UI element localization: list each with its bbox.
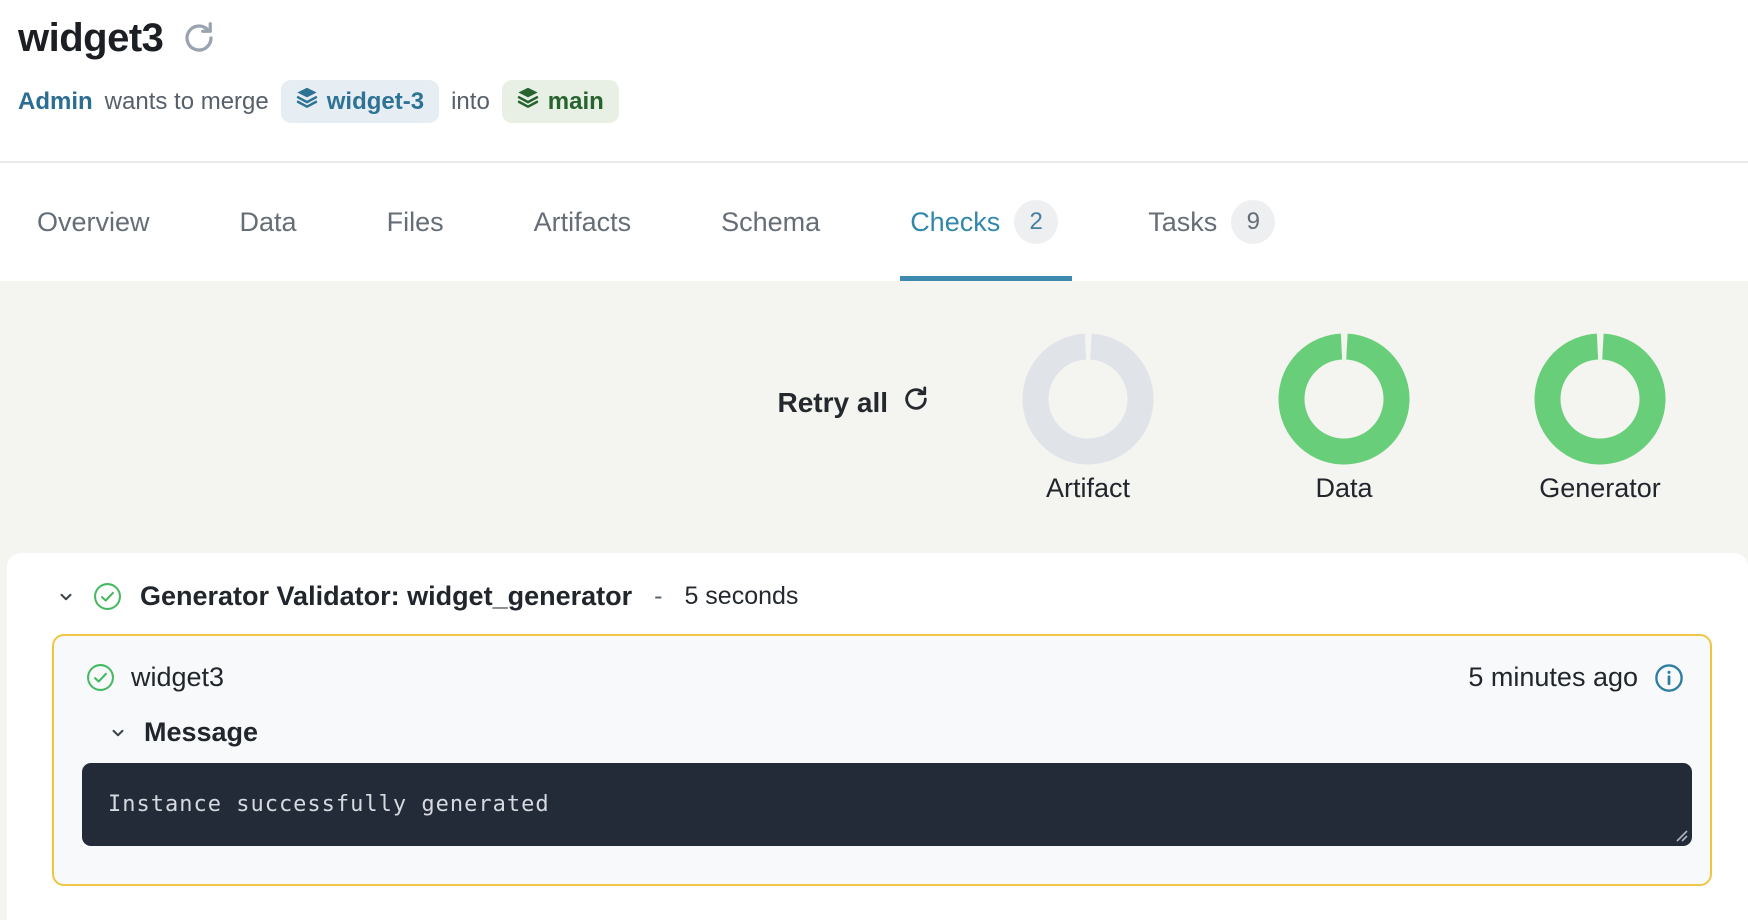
- tab-label: Checks: [910, 207, 1000, 238]
- tab-label: Tasks: [1148, 207, 1217, 238]
- tab-files[interactable]: Files: [387, 163, 444, 281]
- refresh-icon[interactable]: [181, 20, 217, 56]
- retry-all-button[interactable]: Retry all: [778, 385, 931, 420]
- chevron-down-icon[interactable]: [57, 588, 75, 606]
- message-output-textarea[interactable]: Instance successfully generated: [82, 763, 1692, 846]
- check-success-icon: [86, 663, 115, 692]
- tab-label: Schema: [721, 207, 820, 238]
- tab-label: Data: [240, 207, 297, 238]
- tab-checks[interactable]: Checks 2: [910, 163, 1058, 281]
- tab-label: Overview: [37, 207, 150, 238]
- source-branch-badge[interactable]: widget-3: [281, 80, 439, 123]
- source-branch-label: widget-3: [327, 88, 424, 116]
- tab-tasks[interactable]: Tasks 9: [1148, 163, 1275, 281]
- donut-label: Artifact: [1046, 473, 1130, 504]
- check-donut-generator[interactable]: Generator: [1534, 333, 1666, 504]
- target-branch-badge[interactable]: main: [502, 80, 619, 123]
- info-icon[interactable]: [1654, 663, 1684, 693]
- tab-artifacts[interactable]: Artifacts: [534, 163, 632, 281]
- check-card-header: widget3 5 minutes ago: [54, 636, 1710, 693]
- branch-layers-icon: [296, 87, 318, 116]
- donut-label: Generator: [1539, 473, 1661, 504]
- tab-data[interactable]: Data: [240, 163, 297, 281]
- donut-label: Data: [1315, 473, 1372, 504]
- checks-panel: Generator Validator: widget_generator - …: [7, 553, 1748, 920]
- tab-overview[interactable]: Overview: [37, 163, 150, 281]
- checks-count-badge: 2: [1014, 200, 1058, 244]
- merge-action-text: wants to merge: [105, 88, 269, 116]
- check-result-card: widget3 5 minutes ago Message Instance s…: [52, 634, 1712, 886]
- page-title: widget3: [18, 16, 163, 61]
- tasks-count-badge: 9: [1231, 200, 1275, 244]
- check-donut-artifact[interactable]: Artifact: [1022, 333, 1154, 504]
- tab-bar: Overview Data Files Artifacts Schema Che…: [0, 163, 1748, 281]
- message-label: Message: [144, 717, 258, 748]
- check-group-header[interactable]: Generator Validator: widget_generator - …: [7, 553, 1748, 612]
- merge-author[interactable]: Admin: [18, 88, 93, 116]
- tab-label: Files: [387, 207, 444, 238]
- check-group-title: Generator Validator: widget_generator: [140, 581, 632, 612]
- retry-all-label: Retry all: [778, 387, 889, 419]
- retry-icon: [902, 385, 930, 420]
- message-text: Instance successfully generated: [108, 792, 550, 817]
- check-group-separator: -: [654, 582, 662, 611]
- check-name: widget3: [131, 662, 224, 693]
- donut-ring-passed: [1534, 333, 1666, 465]
- donut-ring-pending: [1022, 333, 1154, 465]
- check-success-icon: [93, 582, 122, 611]
- donut-ring-passed: [1278, 333, 1410, 465]
- check-timestamp: 5 minutes ago: [1468, 662, 1638, 693]
- resize-handle[interactable]: [1673, 827, 1689, 843]
- check-group-duration: 5 seconds: [684, 582, 798, 611]
- branch-layers-icon: [517, 87, 539, 116]
- check-donut-data[interactable]: Data: [1278, 333, 1410, 504]
- merge-into-text: into: [451, 88, 490, 116]
- merge-summary: Admin wants to merge widget-3 into main: [18, 80, 1748, 123]
- message-toggle[interactable]: Message: [109, 717, 1710, 748]
- tab-schema[interactable]: Schema: [721, 163, 820, 281]
- page-header: widget3 Admin wants to merge widget-3 in…: [0, 0, 1748, 163]
- tab-label: Artifacts: [534, 207, 632, 238]
- target-branch-label: main: [548, 88, 604, 116]
- checks-summary-strip: Retry all Artifact Data Generator: [0, 281, 1748, 553]
- chevron-down-icon: [109, 724, 127, 742]
